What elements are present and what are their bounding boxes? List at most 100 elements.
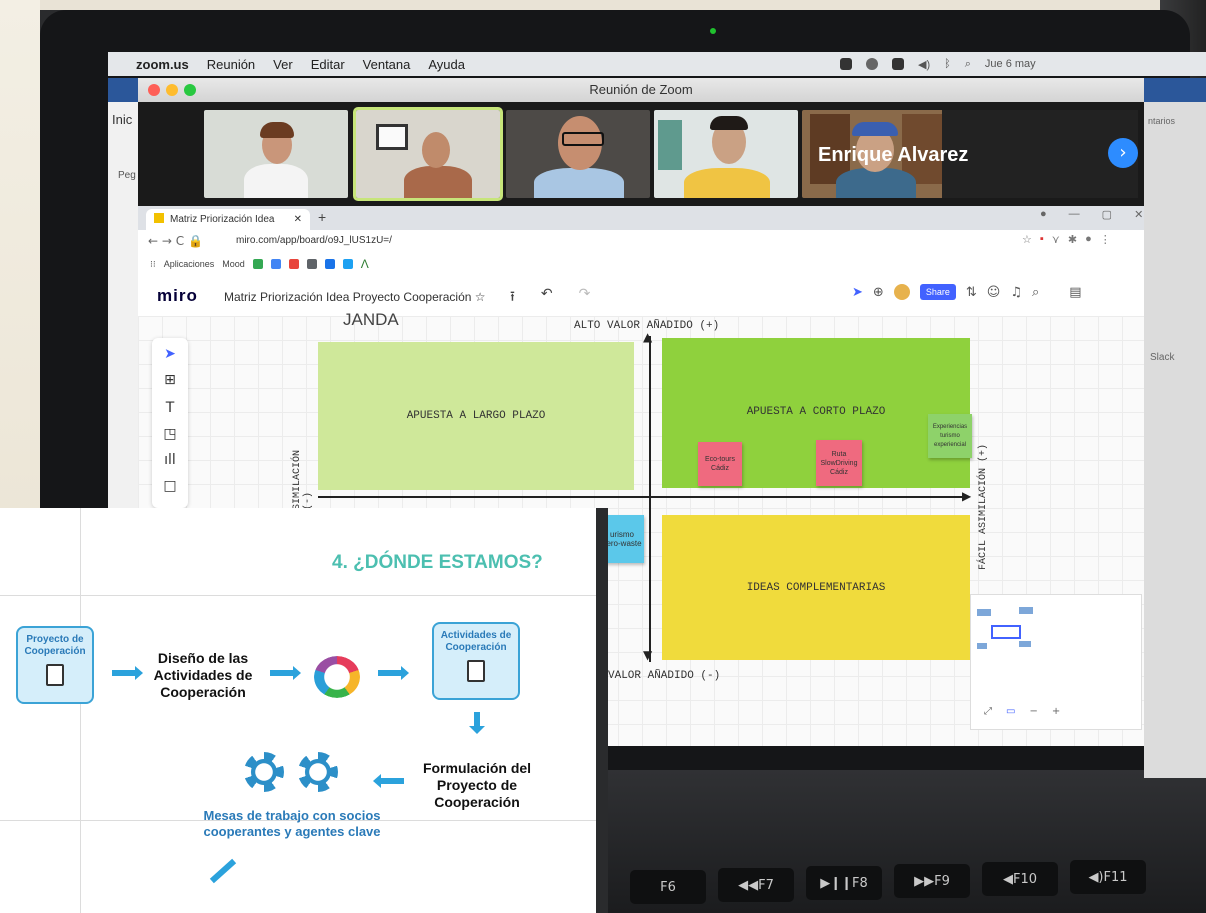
miro-left-toolbar: ➤ ⊞ T ◳ ıll □	[152, 338, 188, 508]
chevron-right-icon[interactable]: ›	[1108, 138, 1138, 168]
key-f11[interactable]: ◀) F11	[1070, 860, 1146, 894]
bluetooth-icon[interactable]: ᛒ	[944, 58, 951, 70]
share-button[interactable]: Share	[919, 284, 956, 300]
key-f7[interactable]: ◀◀ F7	[718, 868, 794, 902]
axis-label-right[interactable]: FÁCIL ASIMILACIÓN (+)	[978, 430, 998, 570]
participant-video[interactable]	[654, 110, 798, 198]
vertical-axis[interactable]	[649, 336, 651, 662]
axis-label-bottom[interactable]: VALOR AÑADIDO (-)	[608, 670, 720, 682]
extension-icon[interactable]: ⋎	[1052, 233, 1060, 246]
bookmark-mood[interactable]: Mood	[222, 259, 245, 269]
board-heading: JANDA	[343, 310, 399, 329]
arrow-left-icon	[373, 774, 404, 788]
redo-icon[interactable]: ↷	[579, 286, 591, 310]
key-f9[interactable]: ▶▶ F9	[894, 864, 970, 898]
horizontal-axis[interactable]	[318, 496, 968, 498]
participant-video[interactable]	[204, 110, 348, 198]
clock[interactable]: Jue 6 may	[985, 58, 1036, 70]
twitter-icon[interactable]	[342, 259, 353, 269]
maximize-window-button[interactable]	[184, 84, 196, 96]
reactions-icon[interactable]: ☺	[987, 285, 1001, 300]
box-proyecto-label: Proyecto de Cooperación	[24, 634, 86, 657]
slack-label[interactable]: Slack	[1150, 352, 1174, 363]
search-people-icon[interactable]: ⊕	[873, 285, 884, 300]
bookmark-icon[interactable]	[306, 259, 317, 269]
browser-tab[interactable]: Matriz Priorización Idea Proyecto ✕	[146, 209, 310, 246]
bookmark-icon[interactable]	[324, 259, 335, 269]
profile-avatar[interactable]: ●	[1085, 233, 1092, 246]
new-tab-button[interactable]: +	[318, 209, 326, 225]
box-actividades: Actividades de Cooperación	[432, 622, 520, 700]
frame-tool-icon[interactable]: ⊞	[152, 372, 188, 388]
key-f6[interactable]: F6	[630, 870, 706, 904]
key-f10[interactable]: ◀ F10	[982, 862, 1058, 896]
minimize-window-button[interactable]	[166, 84, 178, 96]
word-paste-button[interactable]: Peg	[118, 170, 136, 181]
board-title[interactable]: Matriz Priorización Idea Proyecto Cooper…	[224, 290, 486, 304]
participant-video[interactable]	[353, 107, 503, 201]
export-icon[interactable]: ⭱	[510, 286, 515, 310]
bookmark-icon[interactable]	[270, 259, 281, 269]
select-tool-icon[interactable]: ➤	[152, 346, 188, 362]
back-icon[interactable]: ←	[148, 234, 158, 248]
participant-video[interactable]	[506, 110, 650, 198]
mesas-label: Mesas de trabajo con socios cooperantes …	[203, 808, 381, 839]
notifications-icon[interactable]: ♫	[1010, 285, 1022, 300]
minimize-icon[interactable]: —	[1069, 208, 1080, 221]
restore-icon[interactable]: ▢	[1102, 208, 1112, 221]
axis-label-left[interactable]: SIMILACIÓN (-)	[292, 430, 314, 510]
fit-icon[interactable]: ⤢	[984, 706, 992, 717]
menu-ver[interactable]: Ver	[273, 57, 293, 72]
bookmark-icon[interactable]: Λ	[361, 257, 369, 271]
reload-icon[interactable]: C	[176, 234, 184, 248]
zoom-in-icon[interactable]: +	[1052, 706, 1060, 717]
search-icon[interactable]: ⌕	[965, 58, 971, 71]
status-icon[interactable]	[892, 58, 904, 70]
undo-icon[interactable]: ↶	[541, 286, 553, 310]
profile-icon[interactable]: ●	[1040, 208, 1047, 221]
sticky-note[interactable]: Ruta SlowDriving Cádiz	[816, 440, 862, 486]
quadrant-long-term[interactable]: APUESTA A LARGO PLAZO	[318, 342, 634, 490]
menu-app-name[interactable]: zoom.us	[136, 57, 189, 72]
menu-reunion[interactable]: Reunión	[207, 57, 255, 72]
sticky-note[interactable]: Eco-tours Cádiz	[698, 442, 742, 486]
apps-icon[interactable]: ⁝⁝	[150, 259, 156, 270]
star-icon[interactable]: ☆	[1022, 233, 1032, 246]
volume-icon[interactable]: ◀)	[918, 58, 930, 71]
text-tool-icon[interactable]: T	[152, 400, 188, 416]
bookmark-apps[interactable]: Aplicaciones	[164, 259, 215, 269]
drive-icon[interactable]	[252, 259, 263, 269]
status-icon[interactable]	[840, 58, 852, 70]
minimap-icon[interactable]: ▭	[1006, 706, 1015, 717]
shape-tool-icon[interactable]: □	[152, 478, 188, 494]
bookmark-icon[interactable]	[288, 259, 299, 269]
search-icon[interactable]: ⌕	[1032, 285, 1039, 300]
step-formulacion: Formulación del Proyecto de Cooperación	[422, 760, 532, 810]
step-diseno: Diseño de las Actividades de Cooperación	[153, 650, 253, 700]
menu-ayuda[interactable]: Ayuda	[428, 57, 465, 72]
zoom-out-icon[interactable]: −	[1029, 706, 1037, 717]
chart-tool-icon[interactable]: ıll	[152, 452, 188, 468]
word-tab-inicio[interactable]: Inic	[112, 112, 132, 127]
sticky-note[interactable]: Experiencias turismo experiencial	[928, 414, 972, 458]
miro-logo[interactable]: miro	[157, 286, 198, 306]
extension-icon[interactable]: ▪	[1040, 233, 1044, 246]
quadrant-complementary[interactable]: IDEAS COMPLEMENTARIAS	[662, 515, 970, 660]
close-tab-icon[interactable]: ✕	[294, 209, 302, 230]
status-icon[interactable]	[866, 58, 878, 70]
menu-editar[interactable]: Editar	[311, 57, 345, 72]
arrow-right-icon	[378, 666, 409, 680]
url-input[interactable]: miro.com/app/board/o9J_lUS1zU=/	[236, 235, 392, 246]
menu-ventana[interactable]: Ventana	[363, 57, 411, 72]
extensions-icon[interactable]: ✱	[1068, 233, 1077, 246]
key-f8[interactable]: ▶❙❙ F8	[806, 866, 882, 900]
panel-icon[interactable]: ▤	[1069, 285, 1081, 300]
sticky-note-tool-icon[interactable]: ◳	[152, 426, 188, 442]
pointer-icon[interactable]: ➤	[852, 285, 863, 300]
close-window-button[interactable]	[148, 84, 160, 96]
forward-icon[interactable]: →	[162, 234, 172, 248]
settings-icon[interactable]: ⇅	[966, 285, 977, 300]
menu-icon[interactable]: ⋮	[1100, 233, 1111, 246]
close-icon[interactable]: ✕	[1134, 208, 1143, 221]
avatar[interactable]	[893, 284, 910, 300]
